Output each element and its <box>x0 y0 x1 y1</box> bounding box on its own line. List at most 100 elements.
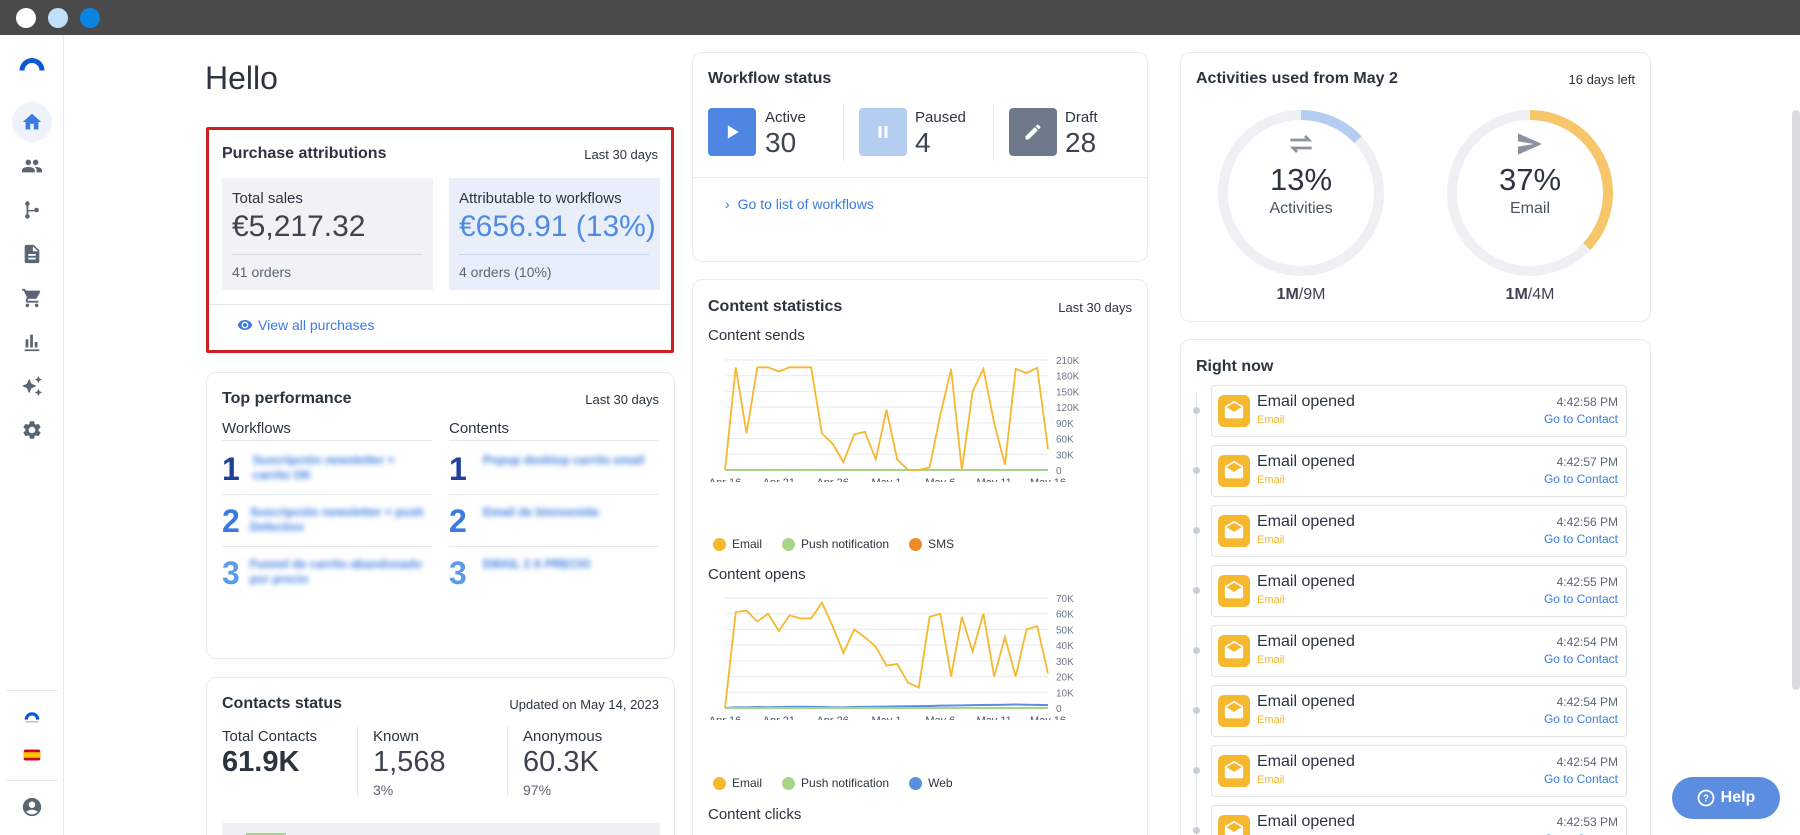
go-to-contact-link[interactable]: Go to Contact <box>1544 592 1618 606</box>
go-to-contact-link[interactable]: Go to Contact <box>1544 472 1618 486</box>
legend-label: Web <box>928 776 953 790</box>
x-tick-label: Apr 26 <box>816 715 848 720</box>
card-title: Right now <box>1196 358 1274 375</box>
minimize-window-button[interactable] <box>48 8 68 28</box>
x-tick-label: May 16 <box>1030 477 1066 482</box>
ranking-row[interactable]: 2 Email de bienvenida <box>449 495 659 547</box>
legend-dot <box>782 537 796 551</box>
card-title: Purchase attributions <box>222 145 387 162</box>
ranking-row[interactable]: 3 EMAIL 2 A PRECIO <box>449 547 659 599</box>
ranking-row[interactable]: 2 Suscripción newsletter + push Defectivo <box>222 495 432 547</box>
content-icon[interactable] <box>12 234 52 274</box>
x-tick-label: May 11 <box>977 715 1012 720</box>
days-left-label: 16 days left <box>1568 72 1636 87</box>
ranking-row[interactable]: 1 Popup desktop carrito email <box>449 443 659 495</box>
y-tick-label: 90K <box>1056 419 1074 430</box>
account-logo-icon[interactable] <box>12 695 52 735</box>
activity-title: Email opened <box>1257 393 1355 410</box>
gauge-label: Email <box>1509 200 1550 217</box>
x-tick-label: May 11 <box>977 477 1012 482</box>
settings-gear-icon[interactable] <box>12 410 52 450</box>
content-name-link[interactable]: Email de bienvenida <box>483 505 598 520</box>
ranking-row[interactable]: 3 Funnel de carrito abandonado por precio <box>222 547 432 599</box>
contacts-icon[interactable] <box>12 146 52 186</box>
activity-time: 4:42:57 PM <box>1556 455 1618 469</box>
email-open-icon <box>1218 695 1250 727</box>
page-scrollbar[interactable] <box>1792 110 1800 690</box>
content-name-link[interactable]: Popup desktop carrito email <box>483 453 644 468</box>
home-icon[interactable] <box>12 102 52 142</box>
total-contacts-label: Total Contacts <box>222 728 318 745</box>
timeline-dot <box>1193 467 1200 474</box>
right-now-card: Right now Email opened Email 4:42:58 PM Go … <box>1180 339 1651 835</box>
draft-pencil-icon <box>1009 108 1057 156</box>
go-to-workflows-link[interactable]: › Go to list of workflows <box>725 196 874 212</box>
known-label: Known <box>373 728 419 745</box>
activity-time: 4:42:55 PM <box>1556 575 1618 589</box>
timeline-dot <box>1193 767 1200 774</box>
workflows-ranking: 1 Suscripción newsletter + carrito OK 2 Sus… <box>222 443 432 599</box>
sparkles-icon[interactable] <box>12 366 52 406</box>
ranking-row[interactable]: 1 Suscripción newsletter + carrito OK <box>222 443 432 495</box>
contacts-chart-area <box>222 823 660 835</box>
user-profile-icon[interactable] <box>12 787 52 827</box>
y-tick-label: 30K <box>1056 657 1074 668</box>
help-button[interactable]: ? Help <box>1672 777 1780 819</box>
y-tick-label: 60K <box>1056 435 1074 446</box>
content-opens-chart: 0 10K 20K 30K 40K 50K 60K 70K Apr 16 Apr 21 Apr 26… <box>709 594 1074 720</box>
view-all-purchases-link[interactable]: View all purchases <box>237 317 374 333</box>
timeline-dot <box>1193 827 1200 834</box>
go-to-contact-link[interactable]: Go to Contact <box>1544 712 1618 726</box>
rank-number: 1 <box>449 451 467 487</box>
go-to-contact-link[interactable]: Go to Contact <box>1544 532 1618 546</box>
y-tick-label: 50K <box>1056 625 1074 636</box>
y-tick-label: 20K <box>1056 673 1074 684</box>
legend-label: Push notification <box>801 537 890 551</box>
contacts-status-card: Contacts status Updated on May 14, 2023 … <box>206 677 675 835</box>
draft-value: 28 <box>1065 127 1097 158</box>
workflow-name-link[interactable]: Funnel de carrito abandonado por precio <box>250 557 432 587</box>
svg-text:?: ? <box>1703 793 1709 804</box>
maximize-window-button[interactable] <box>80 8 100 28</box>
period-label: Last 30 days <box>584 147 658 162</box>
close-window-button[interactable] <box>16 8 36 28</box>
activity-channel: Email <box>1257 714 1285 726</box>
gauge-percent: 37% <box>1498 162 1562 197</box>
divider <box>209 304 671 305</box>
workflow-name-link[interactable]: Suscripción newsletter + carrito OK <box>253 453 432 483</box>
app-logo-icon[interactable] <box>12 43 52 83</box>
content-name-link[interactable]: EMAIL 2 A PRECIO <box>483 557 591 572</box>
total-orders: 41 orders <box>232 264 292 280</box>
arrows-swap-icon <box>1289 135 1313 153</box>
go-to-contact-link[interactable]: Go to Contact <box>1544 412 1618 426</box>
attributable-orders: 4 orders (10%) <box>459 264 552 280</box>
go-to-contact-link[interactable]: Go to Contact <box>1544 772 1618 786</box>
gauge-used: 1M <box>1276 286 1299 303</box>
window-titlebar <box>0 0 1800 35</box>
chevron-right-icon: › <box>725 196 730 212</box>
workflows-icon[interactable] <box>12 190 52 230</box>
activity-item: Email opened Email 4:42:57 PM Go to Contact <box>1211 445 1627 497</box>
activity-time: 4:42:54 PM <box>1556 635 1618 649</box>
cart-icon[interactable] <box>12 278 52 318</box>
gauge-label: Activities <box>1269 200 1333 217</box>
spain-flag-icon[interactable] <box>12 735 52 775</box>
content-statistics-card: Content statistics Last 30 days Content … <box>692 279 1148 835</box>
gauge-percent: 13% <box>1269 162 1333 197</box>
gauge-total: /9M <box>1298 286 1326 303</box>
legend-dot <box>713 537 726 551</box>
workflow-name-link[interactable]: Suscripción newsletter + push Defectivo <box>250 505 432 535</box>
email-open-icon <box>1218 755 1250 787</box>
y-tick-label: 70K <box>1056 594 1074 605</box>
paused-pause-icon <box>859 108 907 156</box>
activity-title: Email opened <box>1257 813 1355 830</box>
legend-label: SMS <box>928 537 955 551</box>
go-to-contact-link[interactable]: Go to Contact <box>1544 652 1618 666</box>
reports-icon[interactable] <box>12 322 52 362</box>
active-play-icon <box>708 108 756 156</box>
gauge-used: 1M <box>1505 286 1528 303</box>
x-tick-label: May 1 <box>872 477 902 482</box>
rank-number: 2 <box>222 503 240 539</box>
period-label: Last 30 days <box>1058 300 1132 315</box>
x-tick-label: May 16 <box>1030 715 1066 720</box>
